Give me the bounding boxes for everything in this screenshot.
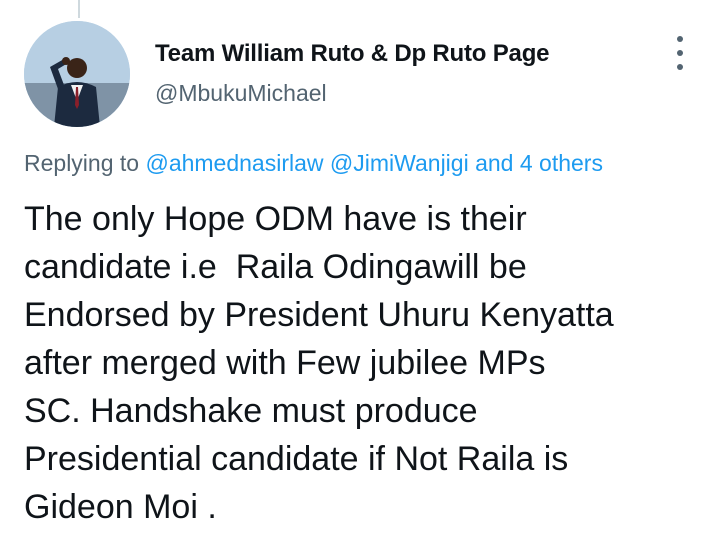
avatar[interactable]	[24, 21, 130, 127]
tweet-text-line: Gideon Moi .	[24, 488, 217, 526]
reply-and: and	[468, 150, 520, 176]
tweet-text-line: SC. Handshake must produce	[24, 392, 478, 430]
more-dot	[677, 36, 683, 42]
avatar-image	[24, 21, 130, 127]
mention-link[interactable]: @JimiWanjigi	[330, 150, 469, 176]
thread-connector-line	[78, 0, 80, 18]
more-dot	[677, 50, 683, 56]
tweet-text-line: after merged with Few jubilee MPs	[24, 344, 546, 382]
author-handle[interactable]: @MbukuMichael	[155, 80, 327, 107]
tweet-text: The only Hope ODM have is their candidat…	[24, 195, 704, 531]
others-link[interactable]: 4 others	[520, 150, 603, 176]
more-vertical-icon[interactable]	[670, 36, 690, 70]
tweet-text-line: candidate i.e Raila Odingawill be	[24, 248, 527, 286]
author-name[interactable]: Team William Ruto & Dp Ruto Page	[155, 40, 550, 68]
mention-link[interactable]: @ahmednasirlaw	[145, 150, 323, 176]
tweet-text-line: The only Hope ODM have is their	[24, 200, 527, 238]
tweet-text-line: Presidential candidate if Not Raila is	[24, 440, 569, 478]
replying-to: Replying to @ahmednasirlaw @JimiWanjigi …	[24, 150, 603, 177]
replying-prefix: Replying to	[24, 150, 146, 176]
more-dot	[677, 64, 683, 70]
tweet-text-line: Endorsed by President Uhuru Kenyatta	[24, 296, 614, 334]
